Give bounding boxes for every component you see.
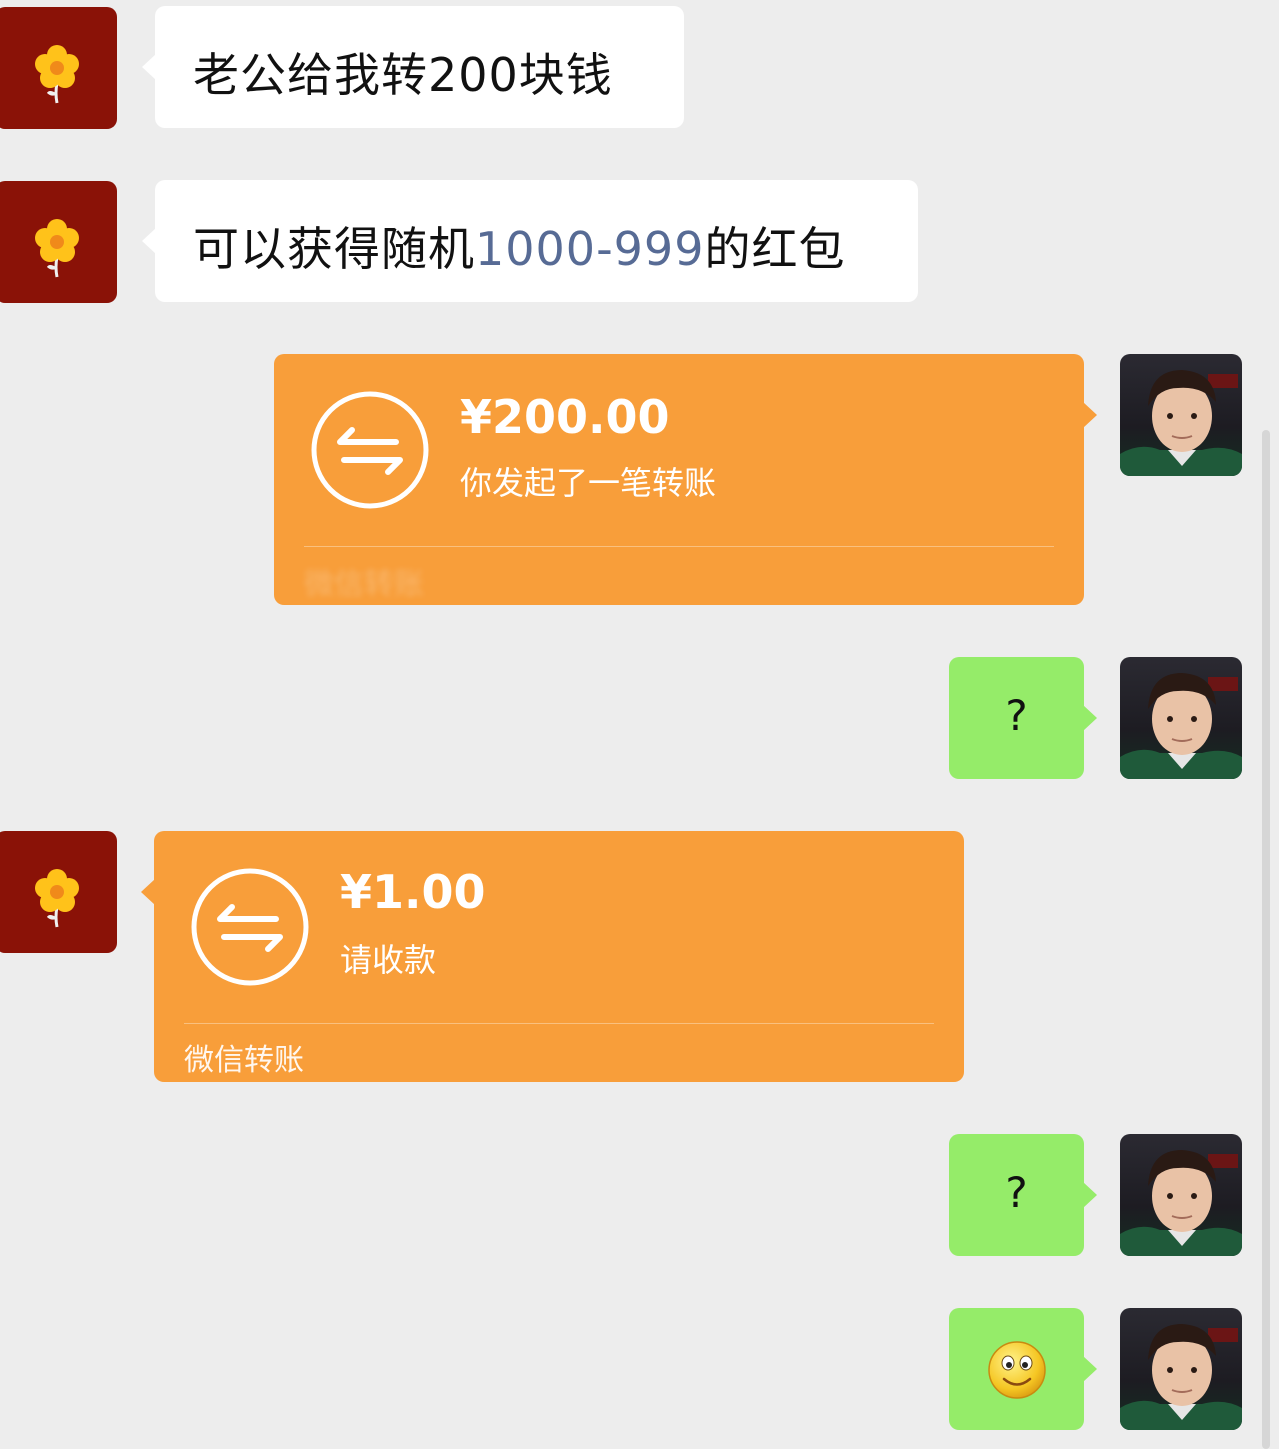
flower-icon: [35, 45, 79, 104]
transfer-amount: ¥200.00: [460, 390, 670, 444]
message-text: ?: [1005, 1168, 1028, 1217]
transfer-card[interactable]: ¥200.00 你发起了一笔转账 微信转账: [274, 354, 1097, 605]
divider: [304, 546, 1054, 547]
transfer-amount: ¥1.00: [340, 865, 486, 919]
my-avatar[interactable]: [1120, 1308, 1242, 1430]
selfie-avatar-icon: [1120, 673, 1242, 779]
my-avatar[interactable]: [1120, 657, 1242, 779]
message-bubble[interactable]: [949, 1308, 1097, 1430]
message-text-part: 可以获得随机: [193, 222, 475, 276]
message-bubble[interactable]: 可以获得随机1000-999的红包: [142, 180, 918, 302]
message-text: 可以获得随机1000-999的红包: [193, 213, 845, 279]
contact-avatar[interactable]: [0, 831, 117, 953]
message-text-part: 的红包: [704, 222, 846, 276]
transfer-card[interactable]: ¥1.00 请收款 微信转账: [141, 831, 964, 1082]
transfer-footer: 微信转账: [184, 1043, 304, 1078]
message-text: ?: [1005, 691, 1028, 740]
scrollbar[interactable]: [1262, 430, 1270, 1449]
selfie-avatar-icon: [1120, 1150, 1242, 1256]
my-avatar[interactable]: [1120, 354, 1242, 476]
transfer-subtitle: 请收款: [340, 941, 437, 979]
selfie-avatar-icon: [1120, 1324, 1242, 1430]
flower-icon: [35, 869, 79, 928]
my-avatar[interactable]: [1120, 1134, 1242, 1256]
divider: [184, 1023, 934, 1024]
transfer-icon: [311, 391, 429, 509]
transfer-subtitle: 你发起了一笔转账: [460, 464, 717, 502]
selfie-avatar-icon: [1120, 370, 1242, 476]
number-link[interactable]: 1000-999: [475, 222, 704, 276]
smile-emoji-icon: [988, 1341, 1046, 1399]
message-bubble[interactable]: ?: [949, 657, 1097, 779]
flower-icon: [35, 219, 79, 278]
transfer-icon: [191, 868, 309, 986]
transfer-footer: 微信转账: [304, 567, 424, 602]
message-bubble[interactable]: 老公给我转200块钱: [142, 6, 684, 128]
message-text: 老公给我转200块钱: [193, 48, 613, 102]
contact-avatar[interactable]: [0, 7, 117, 129]
contact-avatar[interactable]: [0, 181, 117, 303]
message-bubble[interactable]: ?: [949, 1134, 1097, 1256]
